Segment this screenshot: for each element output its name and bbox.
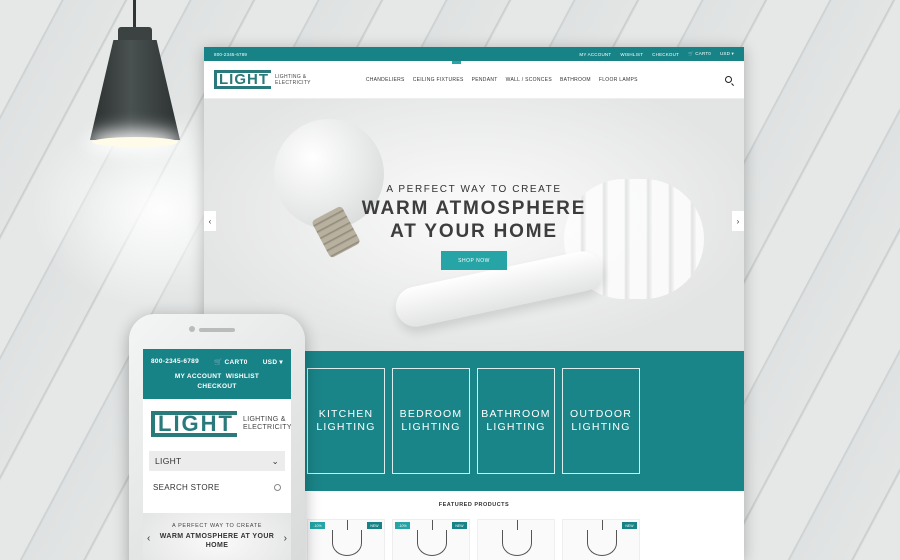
search-icon[interactable] bbox=[725, 76, 732, 83]
chevron-down-icon: ▾ bbox=[731, 51, 734, 56]
currency-select[interactable]: USD ▾ bbox=[720, 51, 734, 57]
phone-mockup: 800-2345-6789 🛒 CART0 USD ▾ MY ACCOUNT W… bbox=[129, 314, 305, 560]
mobile-wishlist-link[interactable]: WISHLIST bbox=[226, 373, 259, 380]
chevron-left-icon[interactable]: ‹ bbox=[204, 211, 216, 231]
hero-title-line-2: AT YOUR HOME bbox=[390, 221, 558, 242]
nav-floor-lamps[interactable]: FLOOR LAMPS bbox=[599, 77, 638, 83]
mobile-search-input[interactable]: SEARCH STORE bbox=[149, 477, 285, 497]
currency-label: USD bbox=[719, 51, 731, 56]
lamp-cord bbox=[133, 0, 136, 30]
cart-label: CART0 bbox=[695, 51, 711, 56]
product-card[interactable]: -10% NEW bbox=[307, 519, 385, 560]
top-bar: 800-2345-6789 MY ACCOUNT WISHLIST CHECKO… bbox=[204, 47, 744, 61]
pendant-lamp-image bbox=[90, 40, 180, 140]
category-label: LIGHTING bbox=[316, 421, 376, 433]
phone-number: 800-2345-6789 bbox=[214, 51, 248, 57]
main-nav: CHANDELIERS CEILING FIXTURES PENDANT WAL… bbox=[366, 77, 638, 83]
mobile-top-bar: 800-2345-6789 🛒 CART0 USD ▾ MY ACCOUNT W… bbox=[143, 349, 291, 399]
cart-icon: 🛒 bbox=[688, 51, 694, 56]
cart-link[interactable]: 🛒 CART0 bbox=[688, 51, 711, 57]
mobile-phone-number: 800-2345-6789 bbox=[151, 358, 199, 365]
chandelier-image bbox=[332, 520, 362, 556]
mobile-logo[interactable]: LIGHT LIGHTING & ELECTRICITY bbox=[143, 399, 291, 437]
nav-bathroom[interactable]: BATHROOM bbox=[560, 77, 591, 83]
logo-tagline-1: LIGHTING & bbox=[243, 416, 286, 423]
mobile-screen: 800-2345-6789 🛒 CART0 USD ▾ MY ACCOUNT W… bbox=[143, 349, 291, 560]
category-bathroom-lighting[interactable]: BATHROOM LIGHTING bbox=[477, 368, 555, 474]
category-label: OUTDOOR bbox=[569, 408, 633, 420]
chandelier-image bbox=[502, 520, 532, 556]
logo-mark: LIGHT bbox=[151, 411, 237, 437]
phone-camera bbox=[189, 326, 195, 332]
search-placeholder: SEARCH STORE bbox=[153, 482, 220, 492]
select-value: LIGHT bbox=[155, 456, 182, 466]
logo-tagline-1: LIGHTING & bbox=[275, 73, 307, 80]
product-card[interactable]: NEW bbox=[562, 519, 640, 560]
chandelier-image bbox=[587, 520, 617, 556]
cart-icon: 🛒 bbox=[214, 359, 223, 366]
shop-now-button[interactable]: SHOP NOW bbox=[441, 251, 507, 270]
mobile-hero-subtitle: A PERFECT WAY TO CREATE bbox=[171, 523, 262, 529]
product-card[interactable] bbox=[477, 519, 555, 560]
hero-subtitle: A PERFECT WAY TO CREATE bbox=[386, 184, 562, 195]
nav-ceiling-fixtures[interactable]: CEILING FIXTURES bbox=[413, 77, 464, 83]
logo-tagline: LIGHTING & ELECTRICITY bbox=[275, 74, 311, 86]
nav-wall-sconces[interactable]: WALL / SCONCES bbox=[506, 77, 552, 83]
sale-badge: -10% bbox=[310, 522, 325, 529]
category-label: KITCHEN bbox=[318, 408, 374, 420]
mobile-currency-label: USD bbox=[262, 359, 278, 366]
mobile-checkout-link[interactable]: CHECKOUT bbox=[143, 382, 291, 392]
category-bedroom-lighting[interactable]: BEDROOM LIGHTING bbox=[392, 368, 470, 474]
category-label: LIGHTING bbox=[571, 421, 631, 433]
phone-speaker bbox=[199, 328, 235, 332]
logo-mark: LIGHT bbox=[214, 70, 271, 89]
mobile-hero-title-line-2: HOME bbox=[205, 542, 229, 549]
new-badge: NEW bbox=[452, 522, 467, 529]
mobile-cart-link[interactable]: 🛒 CART0 bbox=[214, 358, 248, 366]
mobile-hero: A PERFECT WAY TO CREATE WARM ATMOSPHERE … bbox=[143, 513, 291, 560]
wishlist-link[interactable]: WISHLIST bbox=[620, 52, 643, 57]
chandelier-image bbox=[417, 520, 447, 556]
chevron-down-icon: ⌄ bbox=[271, 455, 279, 466]
active-nav-marker bbox=[452, 61, 461, 64]
mobile-hero-title-line-1: WARM ATMOSPHERE AT YOUR bbox=[159, 533, 275, 540]
category-kitchen-lighting[interactable]: KITCHEN LIGHTING bbox=[307, 368, 385, 474]
nav-chandeliers[interactable]: CHANDELIERS bbox=[366, 77, 405, 83]
product-card[interactable]: -10% NEW bbox=[392, 519, 470, 560]
hero-banner: A PERFECT WAY TO CREATE WARM ATMOSPHERE … bbox=[204, 99, 744, 351]
logo-tagline-2: ELECTRICITY bbox=[243, 424, 291, 431]
category-outdoor-lighting[interactable]: OUTDOOR LIGHTING bbox=[562, 368, 640, 474]
category-label: LIGHTING bbox=[486, 421, 546, 433]
new-badge: NEW bbox=[622, 522, 637, 529]
category-label: BEDROOM bbox=[399, 408, 463, 420]
my-account-link[interactable]: MY ACCOUNT bbox=[579, 52, 611, 57]
checkout-link[interactable]: CHECKOUT bbox=[652, 52, 679, 57]
site-logo[interactable]: LIGHT LIGHTING & ELECTRICITY bbox=[214, 70, 311, 89]
category-label: BATHROOM bbox=[481, 408, 551, 420]
chevron-right-icon[interactable]: › bbox=[732, 211, 744, 231]
mobile-category-select[interactable]: LIGHT ⌄ bbox=[149, 451, 285, 471]
logo-tagline-2: ELECTRICITY bbox=[275, 79, 311, 86]
chevron-down-icon: ▾ bbox=[279, 359, 283, 366]
chevron-left-icon[interactable]: ‹ bbox=[147, 533, 150, 544]
logo-tagline: LIGHTING & ELECTRICITY bbox=[243, 416, 291, 432]
mobile-cart-label: CART0 bbox=[224, 359, 248, 366]
nav-pendant[interactable]: PENDANT bbox=[472, 77, 498, 83]
mobile-currency-select[interactable]: USD ▾ bbox=[263, 358, 283, 366]
sale-badge: -10% bbox=[395, 522, 410, 529]
new-badge: NEW bbox=[367, 522, 382, 529]
category-label: LIGHTING bbox=[401, 421, 461, 433]
hero-title: WARM ATMOSPHERE AT YOUR HOME bbox=[204, 197, 744, 243]
mobile-hero-title: WARM ATMOSPHERE AT YOUR HOME bbox=[143, 532, 291, 550]
chevron-right-icon[interactable]: › bbox=[284, 533, 287, 544]
lamp-light-rim bbox=[92, 137, 178, 147]
mobile-my-account-link[interactable]: MY ACCOUNT bbox=[175, 373, 222, 380]
hero-title-line-1: WARM ATMOSPHERE bbox=[361, 198, 587, 219]
site-header: LIGHT LIGHTING & ELECTRICITY CHANDELIERS… bbox=[204, 61, 744, 99]
search-icon[interactable] bbox=[274, 483, 281, 491]
